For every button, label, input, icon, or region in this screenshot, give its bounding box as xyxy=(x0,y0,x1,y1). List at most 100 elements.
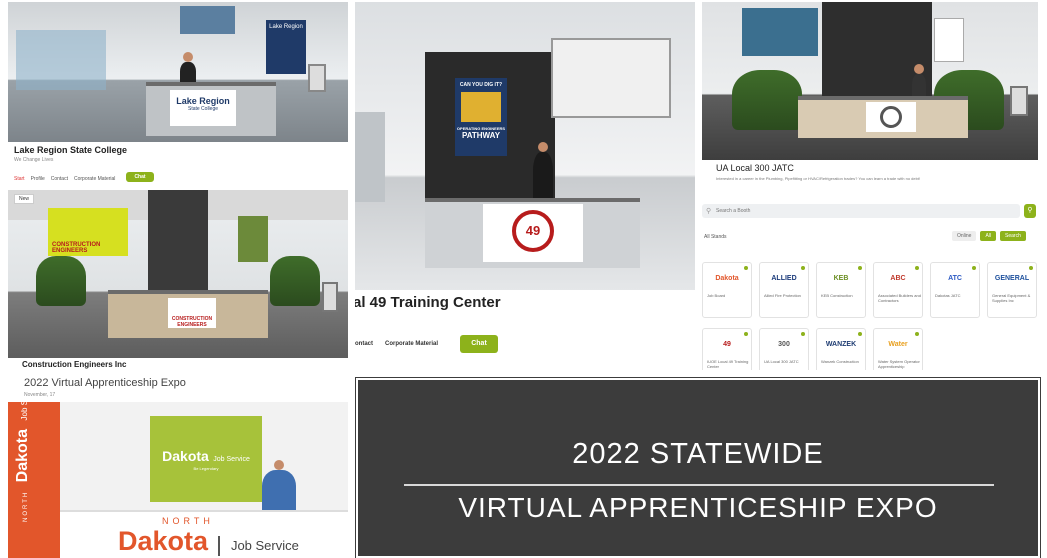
booth-logo: GENERAL xyxy=(994,275,1030,282)
booth-card[interactable]: 49 IUOE Local 49 Training Center xyxy=(702,328,752,370)
booth-nav: Start Profile Contact Corporate Material xyxy=(14,176,115,182)
chat-button[interactable]: Chat xyxy=(126,172,154,182)
nav-contact[interactable]: ontact xyxy=(355,341,373,347)
toggle-online[interactable]: Online xyxy=(952,231,977,241)
online-dot xyxy=(801,332,805,336)
booth-logo: 49 xyxy=(723,341,731,348)
booth-title: Construction Engineers Inc xyxy=(22,360,127,369)
poster-side xyxy=(238,216,268,262)
booth-card-name: KEB Construction xyxy=(821,293,853,298)
campus-photo xyxy=(180,6,235,34)
booth-card-name: General Equipment & Supplies Inc xyxy=(992,293,1031,303)
info-kiosk xyxy=(322,282,338,312)
booth-attendant xyxy=(533,142,553,198)
online-dot xyxy=(801,266,805,270)
desk-sign: CONSTRUCTION ENGINEERS xyxy=(168,298,216,328)
booth-local-49[interactable]: CAN YOU DIG IT? OPERATING ENGINEERS PATH… xyxy=(355,2,695,370)
booth-scene: New CONSTRUCTION ENGINEERS CONSTRUCTION … xyxy=(8,190,348,358)
booth-card[interactable]: ALLIED Allied Fire Protection xyxy=(759,262,809,318)
plant-left xyxy=(732,70,802,130)
booth-scene: CAN YOU DIG IT? OPERATING ENGINEERS PATH… xyxy=(355,2,695,290)
booth-card-name: Dakotas JATC xyxy=(935,293,961,298)
booth-card[interactable]: ATC Dakotas JATC xyxy=(930,262,980,318)
online-dot xyxy=(858,266,862,270)
banner-stand: Lake Region xyxy=(266,20,306,74)
online-dot xyxy=(915,266,919,270)
booth-card[interactable]: 300 UA Local 300 JATC xyxy=(759,328,809,370)
green-screen: Dakota Job Service Be Legendary xyxy=(150,416,262,502)
booth-card[interactable]: ABC Associated Builders and Contractors xyxy=(873,262,923,318)
glass-wall xyxy=(16,30,106,90)
plant-right xyxy=(270,256,320,306)
booth-description: Interested in a career in the Plumbing, … xyxy=(716,176,921,181)
booth-logo: Dakota xyxy=(715,275,739,282)
booth-attendant xyxy=(262,460,296,510)
booth-card-name: Associated Builders and Contractors xyxy=(878,293,921,303)
booth-nav: ontact Corporate Material xyxy=(355,341,438,347)
booth-card[interactable]: Dakota Job Board xyxy=(702,262,752,318)
logo-sign xyxy=(934,18,964,62)
new-badge: New xyxy=(14,194,35,204)
brochure-rack xyxy=(355,112,385,202)
booth-directory: ⚲ ⚲ All Stands Online All Search Dakota J… xyxy=(702,196,1038,370)
online-dot xyxy=(915,332,919,336)
booth-logo: ABC xyxy=(890,275,906,282)
nav-contact[interactable]: Contact xyxy=(51,176,68,182)
nav-profile[interactable]: Profile xyxy=(31,176,45,182)
filter-label: All Stands xyxy=(704,234,727,240)
booth-card-name: Water System Operator Apprenticeship xyxy=(878,359,920,369)
booth-title: Lake Region State College xyxy=(14,145,128,155)
booth-construction-engineers[interactable]: New CONSTRUCTION ENGINEERS CONSTRUCTION … xyxy=(8,190,348,400)
divider xyxy=(404,484,994,486)
filter-toggles: Online All Search xyxy=(952,231,1026,241)
nav-corporate[interactable]: Corporate Material xyxy=(385,341,438,347)
booth-card[interactable]: WANZEK Wanzek Construction xyxy=(816,328,866,370)
nav-corporate[interactable]: Corporate Material xyxy=(74,176,115,182)
search-button[interactable]: ⚲ xyxy=(1024,204,1036,218)
booth-scene xyxy=(702,2,1038,160)
booth-title: al 49 Training Center xyxy=(355,294,501,311)
expo-date: November, 17 xyxy=(24,392,56,398)
booth-lake-region[interactable]: Lake Region Lake Region State College Lak… xyxy=(8,2,348,184)
blank-screen xyxy=(551,38,671,118)
booth-logo: KEB xyxy=(833,275,849,282)
poster: CONSTRUCTION ENGINEERS xyxy=(48,208,128,256)
expo-title: 2022 Virtual Apprenticeship Expo xyxy=(24,377,186,389)
toggle-search[interactable]: Search xyxy=(1000,231,1026,241)
search-bar: ⚲ xyxy=(702,204,1020,218)
booth-card-name: Allied Fire Protection xyxy=(764,293,801,298)
desk-sign xyxy=(866,102,916,132)
booth-logo: WANZEK xyxy=(825,341,857,348)
emblem-49: 49 xyxy=(512,210,554,252)
nav-start[interactable]: Start xyxy=(14,176,25,182)
online-dot xyxy=(858,332,862,336)
booth-card-name: UA Local 300 JATC xyxy=(764,359,799,364)
expo-line-2: VIRTUAL APPRENTICESHIP EXPO xyxy=(458,492,938,523)
search-input[interactable] xyxy=(716,206,996,216)
booth-card[interactable]: Water Water System Operator Apprenticeshi… xyxy=(873,328,923,370)
booth-card-name: Job Board xyxy=(707,293,726,298)
booth-logo: ATC xyxy=(948,275,962,282)
booth-card[interactable]: KEB KEB Construction xyxy=(816,262,866,318)
column-brand: NORTH Dakota Job Service xyxy=(14,402,31,522)
booth-card-name: IUOE Local 49 Training Center xyxy=(707,359,749,369)
booth-nd-job-service[interactable]: NORTH Dakota Job Service Dakota Job Serv… xyxy=(8,402,348,558)
booth-logo: 300 xyxy=(778,341,790,348)
booth-grid: Dakota Job Board ALLIED Allied Fire Protect… xyxy=(702,262,1038,370)
chat-button[interactable]: Chat xyxy=(460,335,498,353)
booth-card-name: Wanzek Construction xyxy=(821,359,859,364)
info-kiosk xyxy=(308,64,326,92)
online-dot xyxy=(744,266,748,270)
toggle-all[interactable]: All xyxy=(980,231,997,241)
expo-title-card: 2022 STATEWIDE VIRTUAL APPRENTICESHIP EX… xyxy=(355,377,1041,558)
booth-card[interactable]: GENERAL General Equipment & Supplies Inc xyxy=(987,262,1037,318)
search-icon: ⚲ xyxy=(706,208,712,215)
expo-line-1: 2022 STATEWIDE xyxy=(572,438,824,470)
booth-scene: Lake Region Lake Region State College xyxy=(8,2,348,142)
online-dot xyxy=(972,266,976,270)
pathway-poster: CAN YOU DIG IT? OPERATING ENGINEERS PATH… xyxy=(455,78,507,156)
plant-left xyxy=(36,256,86,306)
booth-logo: Water xyxy=(888,341,908,348)
online-dot xyxy=(744,332,748,336)
booth-ua-local-300[interactable]: UA Local 300 JATC Interested in a career… xyxy=(702,2,1038,190)
